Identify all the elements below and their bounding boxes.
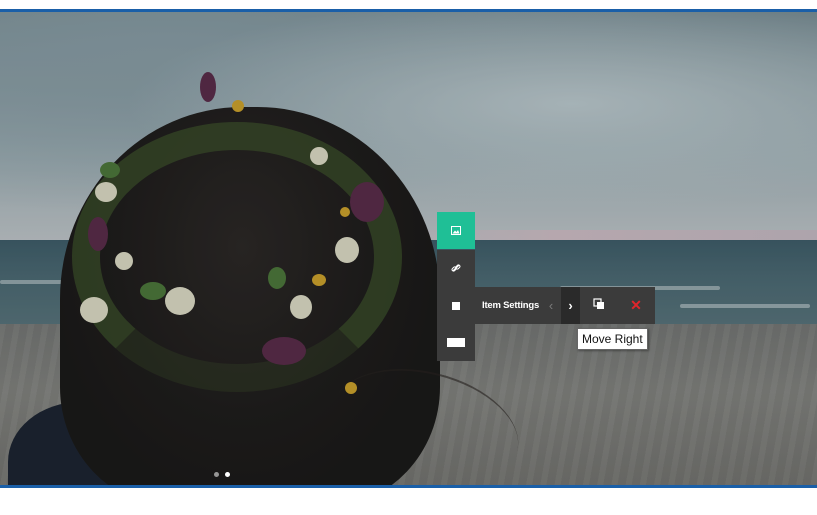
chevron-right-icon: › xyxy=(568,298,573,313)
slide-image xyxy=(0,12,817,485)
slider-pagination xyxy=(214,472,230,477)
square-icon xyxy=(452,301,460,310)
link-button[interactable] xyxy=(437,250,475,287)
image-button[interactable] xyxy=(437,212,475,249)
slide-dot-1[interactable] xyxy=(214,472,219,477)
layout-button[interactable] xyxy=(437,324,475,361)
move-left-button[interactable]: ‹ xyxy=(541,287,561,324)
tooltip: Move Right xyxy=(577,328,648,350)
duplicate-button[interactable] xyxy=(580,287,617,324)
slide-dot-2[interactable] xyxy=(225,472,230,477)
close-icon: ✕ xyxy=(630,297,642,313)
chevron-left-icon: ‹ xyxy=(548,298,554,313)
link-icon xyxy=(451,260,461,278)
item-settings-button[interactable] xyxy=(437,287,475,324)
image-overlay xyxy=(0,12,817,485)
move-right-button[interactable]: › xyxy=(561,287,580,324)
image-icon xyxy=(451,222,461,240)
item-settings-label: Item Settings xyxy=(482,300,540,311)
rectangle-icon xyxy=(447,338,465,347)
delete-button[interactable]: ✕ xyxy=(617,287,655,324)
slide-frame xyxy=(0,9,817,488)
duplicate-icon xyxy=(592,297,605,315)
